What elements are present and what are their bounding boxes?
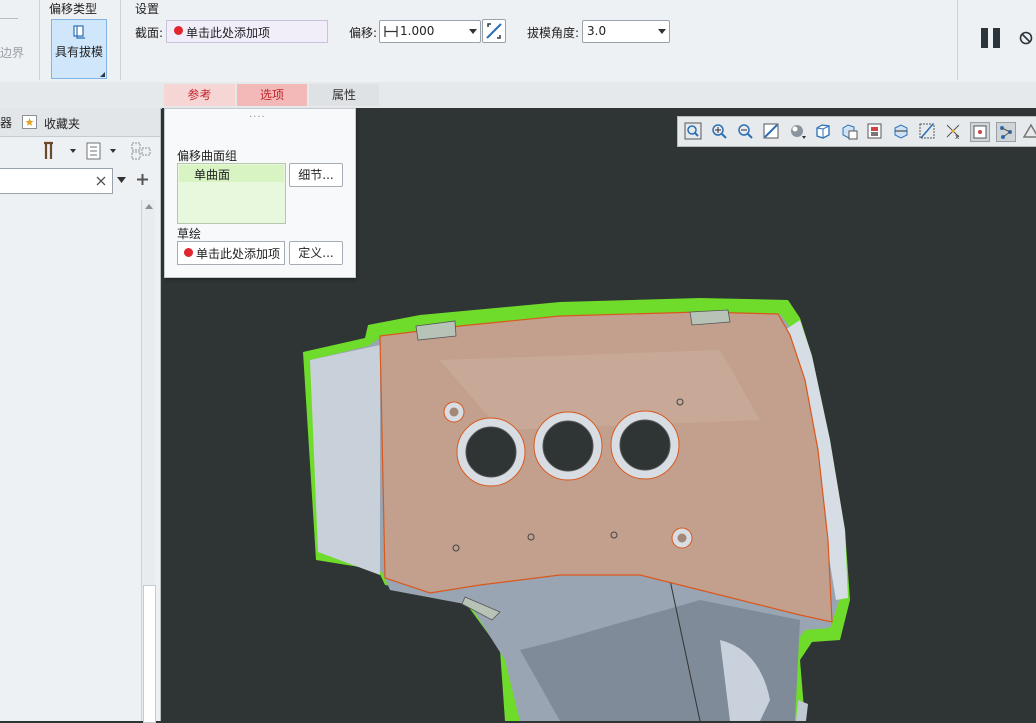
display-style-icon[interactable]	[788, 122, 806, 140]
annotation-display-icon[interactable]: x	[944, 122, 962, 140]
zoom-out-icon[interactable]	[736, 122, 754, 140]
zoom-in-icon[interactable]	[710, 122, 728, 140]
snap-tab	[796, 700, 808, 721]
perspective-icon[interactable]	[866, 122, 884, 140]
section-icon[interactable]	[892, 122, 910, 140]
snap-tab	[689, 309, 731, 326]
boss	[443, 401, 465, 423]
surface-item-label: 单曲面	[194, 168, 231, 182]
define-button[interactable]: 定义...	[289, 241, 343, 265]
saved-views-icon[interactable]	[814, 122, 832, 140]
offset-surface-list[interactable]: 单曲面	[177, 163, 286, 224]
repaint-icon[interactable]	[762, 122, 780, 140]
sketch-collector[interactable]: 单击此处添加项	[177, 241, 285, 265]
details-button[interactable]: 细节...	[289, 163, 343, 187]
hole	[533, 411, 603, 481]
datum-planes-icon[interactable]	[1022, 122, 1036, 140]
sketch-placeholder: 单击此处添加项	[196, 247, 281, 261]
required-dot-icon	[184, 248, 193, 257]
sketch-label: 草绘	[177, 227, 202, 241]
list-item[interactable]: 单曲面	[179, 165, 284, 182]
side-face	[310, 345, 380, 575]
view-toolbar: x	[677, 116, 1036, 147]
refit-icon[interactable]	[684, 122, 702, 140]
options-panel: .... 偏移曲面组 单曲面 细节... 草绘 单击此处添加项 定义...	[164, 108, 356, 278]
boss	[671, 527, 693, 549]
view-manager-icon[interactable]	[840, 122, 858, 140]
model-view	[303, 298, 850, 721]
selected-display-icon[interactable]	[996, 122, 1016, 142]
spin-center-icon[interactable]	[970, 122, 990, 142]
hole	[456, 417, 526, 487]
datum-display-icon[interactable]	[918, 122, 936, 140]
hole	[610, 410, 680, 480]
offset-group-label: 偏移曲面组	[177, 149, 238, 163]
panel-grip[interactable]: ....	[249, 109, 266, 120]
svg-text:x: x	[955, 133, 959, 140]
